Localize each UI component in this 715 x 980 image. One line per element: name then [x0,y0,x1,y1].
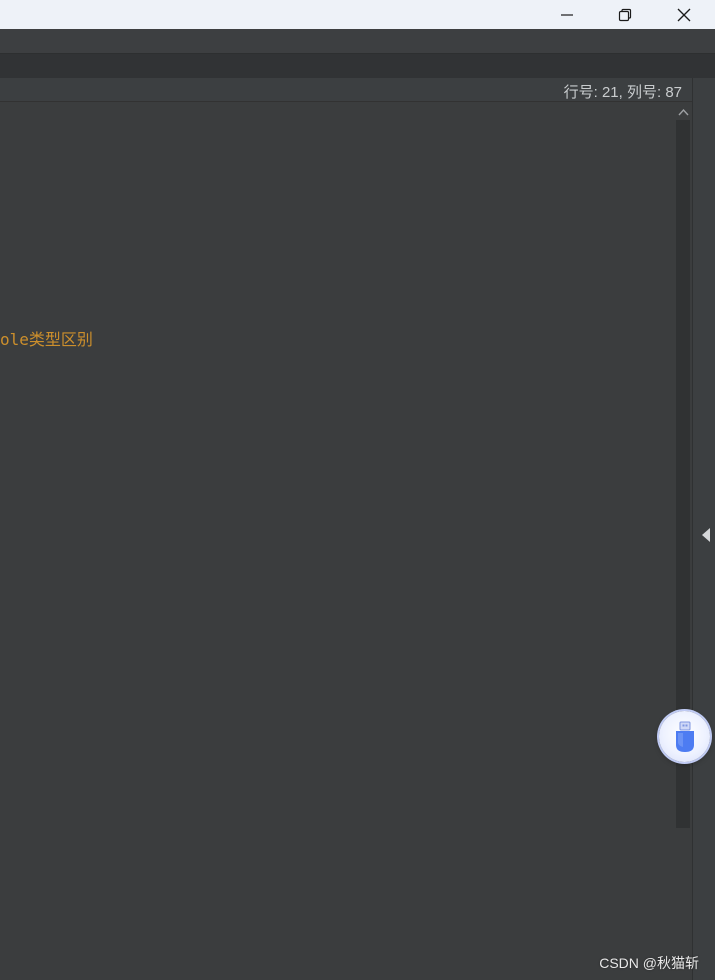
scroll-up-button[interactable] [675,104,692,120]
vertical-scrollbar[interactable] [675,102,692,980]
usb-drive-icon [675,721,694,752]
restore-icon [618,8,632,21]
triangle-left-icon[interactable] [700,526,712,544]
restore-button[interactable] [596,0,654,29]
chevron-up-icon [678,108,689,116]
editor-status-line: 行号: 21, 列号: 87 [0,78,692,102]
close-button[interactable] [655,0,713,29]
watermark-text: CSDN @秋猫斩 [599,955,699,971]
floating-usb-widget[interactable] [659,711,710,762]
tab-bar [0,54,715,78]
code-line-fragment[interactable]: ole类型区别 [0,326,93,350]
menu-bar [0,29,715,54]
title-bar [0,0,715,29]
minimize-icon [561,13,573,16]
minimize-button[interactable] [538,0,596,29]
cursor-position: 行号: 21, 列号: 87 [563,84,682,101]
close-icon [677,8,691,21]
code-editor[interactable]: ole类型区别 [0,102,675,980]
